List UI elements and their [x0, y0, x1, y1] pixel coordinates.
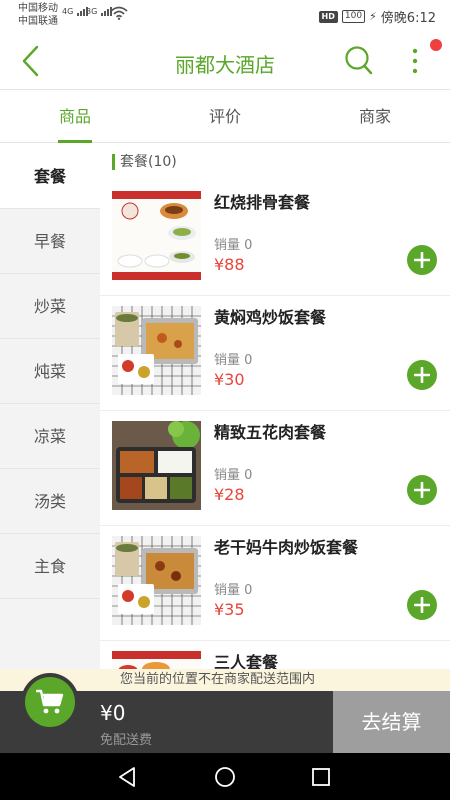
sidebar-item-staple[interactable]: 主食 [0, 534, 100, 599]
system-nav-bar [0, 753, 450, 800]
nav-home-button[interactable] [214, 766, 236, 788]
product-sales: 销量 0 [214, 468, 253, 483]
back-button[interactable] [18, 44, 48, 78]
cart-total: ¥0 [100, 701, 126, 725]
search-button[interactable] [344, 45, 374, 77]
square-recents-icon [312, 768, 330, 786]
delivery-fee: 免配送费 [100, 733, 153, 748]
product-price: ¥88 [214, 255, 245, 274]
sidebar-item-breakfast[interactable]: 早餐 [0, 209, 100, 274]
product-image [112, 191, 201, 280]
product-list: 套餐(10) 红烧排骨套餐 销量 0 ¥88 黄焖鸡炒饭套餐 销量 0 ¥30 … [100, 144, 450, 669]
list-item[interactable]: 黄焖鸡炒饭套餐 销量 0 ¥30 [100, 296, 450, 411]
product-name: 三人套餐 [214, 653, 279, 669]
product-price: ¥35 [214, 600, 245, 619]
nav-back-button[interactable] [116, 766, 138, 788]
wifi-icon [110, 6, 128, 20]
product-image [112, 306, 201, 395]
product-image [112, 536, 201, 625]
list-item[interactable]: 老干妈牛肉炒饭套餐 销量 0 ¥35 [100, 526, 450, 641]
product-name: 红烧排骨套餐 [214, 193, 311, 212]
sidebar-item-stir-fry[interactable]: 炒菜 [0, 274, 100, 339]
list-item[interactable]: 三人套餐 [100, 641, 450, 669]
product-image [112, 421, 201, 510]
list-item[interactable]: 红烧排骨套餐 销量 0 ¥88 [100, 181, 450, 296]
hd-icon: HD [318, 10, 338, 23]
product-sales: 销量 0 [214, 238, 253, 253]
list-item[interactable]: 精致五花肉套餐 销量 0 ¥28 [100, 411, 450, 526]
product-image [112, 651, 201, 669]
carrier-1: 中国移动 [18, 3, 58, 14]
shopping-cart-icon [36, 689, 64, 714]
page-title: 丽都大酒店 [175, 53, 275, 77]
add-to-cart-button[interactable] [407, 245, 437, 275]
add-to-cart-button[interactable] [407, 475, 437, 505]
product-price: ¥28 [214, 485, 245, 504]
cart-button-inner[interactable] [25, 677, 75, 727]
add-to-cart-button[interactable] [407, 590, 437, 620]
section-title: 套餐(10) [112, 154, 177, 170]
checkout-button[interactable]: 去结算 [333, 691, 450, 753]
product-sales: 销量 0 [214, 353, 253, 368]
product-sales: 销量 0 [214, 583, 253, 598]
category-sidebar: 套餐 早餐 炒菜 炖菜 凉菜 汤类 主食 [0, 144, 100, 669]
product-name: 老干妈牛肉炒饭套餐 [214, 538, 359, 557]
tab-products[interactable]: 商品 [0, 92, 150, 143]
app-header: 丽都大酒店 [0, 32, 450, 90]
product-name: 精致五花肉套餐 [214, 423, 327, 442]
plus-icon [414, 482, 430, 498]
product-name: 黄焖鸡炒饭套餐 [214, 308, 327, 327]
clock: 傍晚6:12 [380, 11, 436, 26]
sidebar-item-cold-dish[interactable]: 凉菜 [0, 404, 100, 469]
status-right: HD 100 ⚡ 傍晚6:12 [318, 7, 436, 26]
nav-recents-button[interactable] [310, 766, 332, 788]
cart-button[interactable] [21, 673, 79, 731]
circle-home-icon [215, 767, 235, 787]
tab-bar: 商品 评价 商家 [0, 92, 450, 143]
network-type-1: 4G [62, 7, 74, 16]
status-bar: 中国移动 中国联通 4G 3G HD 100 ⚡ 傍晚6:12 [0, 0, 450, 32]
sidebar-item-combo[interactable]: 套餐 [0, 144, 100, 209]
sidebar-item-stew[interactable]: 炖菜 [0, 339, 100, 404]
signal-1-icon: 4G [62, 7, 89, 16]
tab-reviews[interactable]: 评价 [150, 92, 300, 142]
plus-icon [414, 597, 430, 613]
more-vertical-icon [412, 48, 418, 74]
carrier-2: 中国联通 [18, 16, 58, 27]
signal-2-icon: 3G [86, 7, 113, 16]
notification-badge [430, 39, 442, 51]
plus-icon [414, 252, 430, 268]
network-type-2: 3G [86, 7, 98, 16]
plus-icon [414, 367, 430, 383]
add-to-cart-button[interactable] [407, 360, 437, 390]
sidebar-item-soup[interactable]: 汤类 [0, 469, 100, 534]
tab-merchant[interactable]: 商家 [300, 92, 450, 142]
chevron-left-icon [22, 45, 39, 77]
cart-bar: ¥0 免配送费 去结算 [0, 673, 450, 753]
product-price: ¥30 [214, 370, 245, 389]
battery-icon: 100 [341, 10, 366, 23]
more-button[interactable] [404, 44, 426, 78]
charging-icon: ⚡ [369, 10, 377, 23]
carrier-names: 中国移动 中国联通 [18, 2, 58, 28]
search-icon [345, 46, 373, 75]
triangle-back-icon [119, 767, 135, 787]
